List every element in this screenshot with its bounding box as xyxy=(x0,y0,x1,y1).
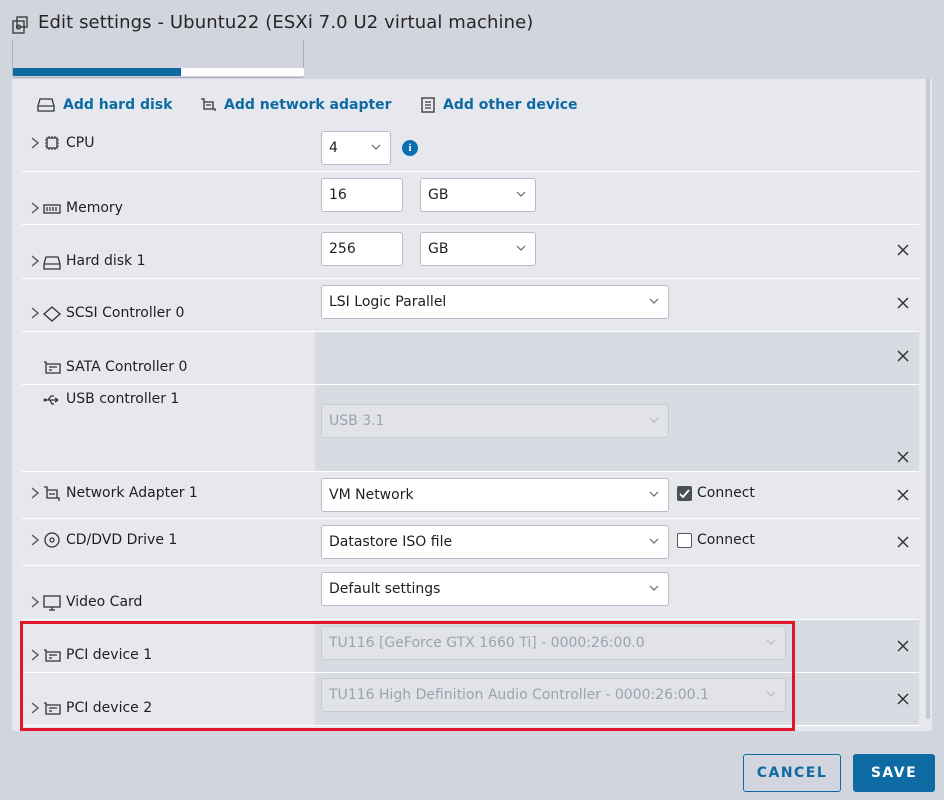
pci-devices-highlight xyxy=(20,621,795,731)
cd-dvd-connect-checkbox[interactable] xyxy=(677,533,692,548)
add-network-adapter-button[interactable]: Add network adapter xyxy=(200,95,392,115)
cd-dvd-connect-label: Connect xyxy=(697,532,755,548)
row-usb-controller: USB controller 1 USB 3.1 xyxy=(22,385,919,472)
cd-dvd-icon xyxy=(44,532,60,548)
network-connect-checkbox[interactable] xyxy=(677,486,692,501)
memory-input[interactable]: 16 xyxy=(321,178,403,212)
cpu-select[interactable]: 4 xyxy=(321,131,391,165)
chevron-right-icon[interactable] xyxy=(30,596,40,608)
chevron-right-icon[interactable] xyxy=(30,534,40,546)
cd-dvd-media-select[interactable]: Datastore ISO file xyxy=(321,525,669,559)
remove-usb-controller-icon[interactable] xyxy=(897,451,909,463)
hard-disk-icon xyxy=(37,98,55,112)
row-scsi-controller: SCSI Controller 0 LSI Logic Parallel xyxy=(22,279,919,332)
add-network-adapter-label: Add network adapter xyxy=(224,97,392,113)
other-device-icon xyxy=(421,97,435,113)
chevron-down-icon xyxy=(649,585,659,591)
row-cd-dvd-drive: CD/DVD Drive 1 Datastore ISO file Connec… xyxy=(22,519,919,566)
info-icon[interactable]: i xyxy=(402,140,418,156)
remove-sata-controller-icon[interactable] xyxy=(897,350,909,362)
network-adapter-icon xyxy=(44,486,60,501)
chevron-down-icon xyxy=(371,144,381,150)
network-adapter-label: Network Adapter 1 xyxy=(66,485,198,501)
tab-vm-options[interactable] xyxy=(181,68,304,76)
chevron-down-icon xyxy=(649,417,659,423)
chevron-down-icon xyxy=(649,298,659,304)
checkmark-icon xyxy=(679,489,690,499)
vertical-scrollbar[interactable] xyxy=(926,79,930,719)
memory-unit-select[interactable]: GB xyxy=(420,178,536,212)
add-hard-disk-button[interactable]: Add hard disk xyxy=(37,95,172,115)
remove-scsi-controller-icon[interactable] xyxy=(897,297,909,309)
usb-version-select: USB 3.1 xyxy=(321,404,669,438)
cd-dvd-label: CD/DVD Drive 1 xyxy=(66,532,178,548)
remove-cd-dvd-icon[interactable] xyxy=(897,536,909,548)
save-button[interactable]: SAVE xyxy=(853,754,935,792)
remove-network-adapter-icon[interactable] xyxy=(897,489,909,501)
sata-controller-label: SATA Controller 0 xyxy=(66,359,188,375)
scsi-type-select[interactable]: LSI Logic Parallel xyxy=(321,285,669,319)
row-sata-controller: SATA Controller 0 xyxy=(22,332,919,385)
chevron-down-icon xyxy=(516,191,526,197)
chevron-down-icon xyxy=(649,538,659,544)
network-select[interactable]: VM Network xyxy=(321,478,669,512)
cpu-label: CPU xyxy=(66,135,95,151)
hard-disk-icon xyxy=(43,256,61,270)
sata-controller-icon xyxy=(44,361,61,374)
scsi-controller-icon xyxy=(43,306,61,322)
chevron-right-icon[interactable] xyxy=(30,307,40,319)
video-card-label: Video Card xyxy=(66,594,143,610)
remove-pci-device-1-icon[interactable] xyxy=(897,640,909,652)
chevron-right-icon[interactable] xyxy=(30,487,40,499)
add-other-device-label: Add other device xyxy=(443,97,578,113)
remove-hard-disk-icon[interactable] xyxy=(897,244,909,256)
row-cpu: CPU 4 i xyxy=(22,123,919,172)
add-hard-disk-label: Add hard disk xyxy=(63,97,173,113)
dialog-title: Edit settings - Ubuntu22 (ESXi 7.0 U2 vi… xyxy=(38,12,534,33)
chevron-down-icon xyxy=(649,491,659,497)
chevron-right-icon[interactable] xyxy=(30,137,40,149)
remove-pci-device-2-icon[interactable] xyxy=(897,693,909,705)
vm-settings-icon xyxy=(12,16,28,34)
chevron-right-icon[interactable] xyxy=(30,255,40,267)
hard-disk-size-input[interactable]: 256 xyxy=(321,232,403,266)
video-settings-select[interactable]: Default settings xyxy=(321,572,669,606)
usb-icon xyxy=(43,395,59,405)
hard-disk-unit-select[interactable]: GB xyxy=(420,232,536,266)
chevron-right-icon[interactable] xyxy=(30,202,40,214)
usb-controller-label: USB controller 1 xyxy=(66,391,180,407)
monitor-icon xyxy=(43,595,61,611)
add-other-device-button[interactable]: Add other device xyxy=(421,95,578,115)
network-connect-label: Connect xyxy=(697,485,755,501)
memory-icon xyxy=(43,204,61,214)
tab-virtual-hardware[interactable] xyxy=(13,68,181,76)
chevron-down-icon xyxy=(516,245,526,251)
network-adapter-icon xyxy=(201,98,216,111)
hard-disk-label: Hard disk 1 xyxy=(66,253,146,269)
cancel-button[interactable]: CANCEL xyxy=(743,754,841,792)
scsi-controller-label: SCSI Controller 0 xyxy=(66,305,185,321)
tab-strip xyxy=(12,40,304,78)
row-video-card: Video Card Default settings xyxy=(22,566,919,620)
memory-label: Memory xyxy=(66,200,123,216)
row-hard-disk: Hard disk 1 256 GB xyxy=(22,225,919,279)
row-memory: Memory 16 GB xyxy=(22,172,919,225)
cpu-icon xyxy=(45,136,59,150)
row-network-adapter: Network Adapter 1 VM Network Connect xyxy=(22,472,919,519)
